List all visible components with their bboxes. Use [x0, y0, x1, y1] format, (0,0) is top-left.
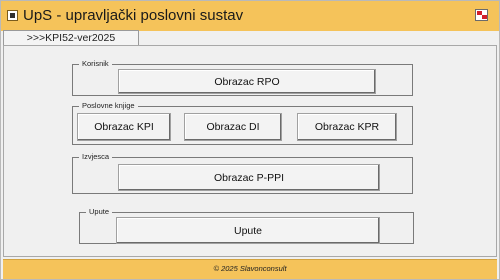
- group-upute: Upute Upute: [79, 207, 414, 244]
- status-bar: © 2025 Slavonconsult: [3, 259, 497, 279]
- group-poslovne-knjige-label: Poslovne knjige: [79, 101, 138, 111]
- footer-copyright: © 2025 Slavonconsult: [213, 264, 287, 273]
- obrazac-rpo-button[interactable]: Obrazac RPO: [118, 69, 376, 94]
- obrazac-kpi-button[interactable]: Obrazac KPI: [77, 113, 171, 141]
- group-korisnik-label: Korisnik: [79, 59, 112, 69]
- app-window: UpS - upravljački poslovni sustav >>>KPI…: [0, 0, 500, 280]
- group-izvjesca: Izvjesca Obrazac P-PPI: [72, 152, 413, 194]
- main-panel: Korisnik Obrazac RPO Poslovne knjige Obr…: [3, 45, 497, 257]
- app-window-icon: [7, 10, 18, 21]
- group-izvjesca-label: Izvjesca: [79, 152, 113, 162]
- window-title: UpS - upravljački poslovni sustav: [23, 7, 244, 24]
- group-poslovne-knjige: Poslovne knjige Obrazac KPI Obrazac DI O…: [72, 101, 413, 145]
- title-bar[interactable]: UpS - upravljački poslovni sustav: [1, 1, 499, 31]
- obrazac-kpr-button[interactable]: Obrazac KPR: [297, 113, 397, 141]
- group-upute-label: Upute: [86, 207, 113, 217]
- obrazac-p-ppi-button[interactable]: Obrazac P-PPI: [118, 164, 380, 191]
- upute-button[interactable]: Upute: [116, 217, 380, 244]
- tab-kpi52[interactable]: >>>KPI52-ver2025: [3, 30, 139, 46]
- group-korisnik: Korisnik Obrazac RPO: [72, 59, 413, 96]
- obrazac-di-button[interactable]: Obrazac DI: [184, 113, 282, 141]
- restore-window-icon[interactable]: [475, 9, 488, 21]
